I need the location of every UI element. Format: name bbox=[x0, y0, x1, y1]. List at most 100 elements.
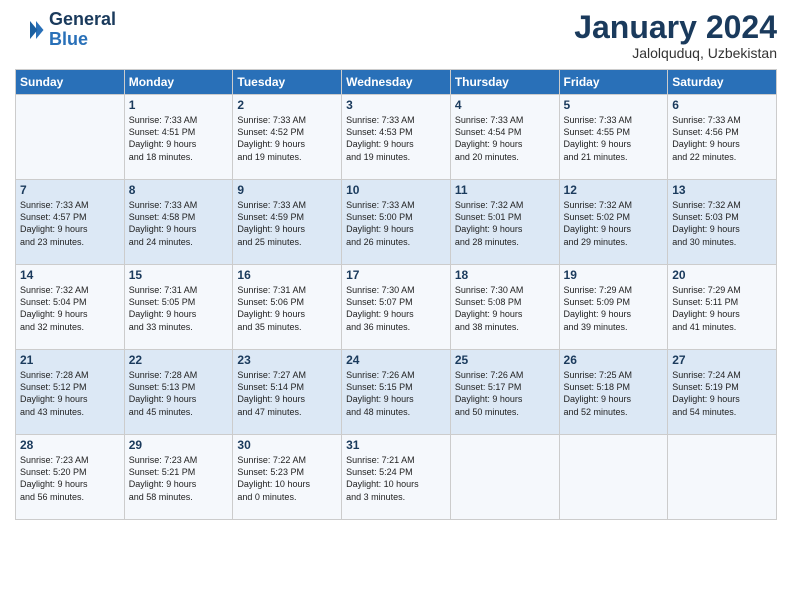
cell-details: Sunrise: 7:30 AMSunset: 5:08 PMDaylight:… bbox=[455, 284, 555, 333]
weekday-header-sunday: Sunday bbox=[16, 70, 125, 95]
cell-details: Sunrise: 7:28 AMSunset: 5:12 PMDaylight:… bbox=[20, 369, 120, 418]
cell-details: Sunrise: 7:32 AMSunset: 5:01 PMDaylight:… bbox=[455, 199, 555, 248]
day-number: 6 bbox=[672, 98, 772, 112]
cell-details: Sunrise: 7:33 AMSunset: 4:53 PMDaylight:… bbox=[346, 114, 446, 163]
month-title: January 2024 bbox=[574, 10, 777, 45]
weekday-header-friday: Friday bbox=[559, 70, 668, 95]
day-number: 26 bbox=[564, 353, 664, 367]
cell-details: Sunrise: 7:31 AMSunset: 5:05 PMDaylight:… bbox=[129, 284, 229, 333]
cell-details: Sunrise: 7:33 AMSunset: 5:00 PMDaylight:… bbox=[346, 199, 446, 248]
calendar-cell: 11 Sunrise: 7:32 AMSunset: 5:01 PMDayligh… bbox=[450, 180, 559, 265]
logo-text: General Blue bbox=[49, 10, 116, 50]
cell-details: Sunrise: 7:27 AMSunset: 5:14 PMDaylight:… bbox=[237, 369, 337, 418]
calendar-cell: 4Sunrise: 7:33 AMSunset: 4:54 PMDaylight… bbox=[450, 95, 559, 180]
day-number: 4 bbox=[455, 98, 555, 112]
day-number: 11 bbox=[455, 183, 555, 197]
calendar-cell: 6 Sunrise: 7:33 AMSunset: 4:56 PMDaylight… bbox=[668, 95, 777, 180]
day-number: 8 bbox=[129, 183, 229, 197]
calendar-cell bbox=[559, 435, 668, 520]
cell-details: Sunrise: 7:25 AMSunset: 5:18 PMDaylight:… bbox=[564, 369, 664, 418]
cell-details: Sunrise: 7:29 AMSunset: 5:11 PMDaylight:… bbox=[672, 284, 772, 333]
calendar-cell: 15 Sunrise: 7:31 AMSunset: 5:05 PMDayligh… bbox=[124, 265, 233, 350]
calendar-cell bbox=[16, 95, 125, 180]
day-number: 25 bbox=[455, 353, 555, 367]
cell-details: Sunrise: 7:24 AMSunset: 5:19 PMDaylight:… bbox=[672, 369, 772, 418]
calendar-cell: 7Sunrise: 7:33 AMSunset: 4:57 PMDaylight… bbox=[16, 180, 125, 265]
calendar-cell: 9 Sunrise: 7:33 AMSunset: 4:59 PMDaylight… bbox=[233, 180, 342, 265]
day-number: 31 bbox=[346, 438, 446, 452]
cell-details: Sunrise: 7:33 AMSunset: 4:56 PMDaylight:… bbox=[672, 114, 772, 163]
day-number: 21 bbox=[20, 353, 120, 367]
cell-details: Sunrise: 7:29 AMSunset: 5:09 PMDaylight:… bbox=[564, 284, 664, 333]
calendar-cell: 24 Sunrise: 7:26 AMSunset: 5:15 PMDayligh… bbox=[342, 350, 451, 435]
calendar-cell: 5Sunrise: 7:33 AMSunset: 4:55 PMDaylight… bbox=[559, 95, 668, 180]
title-block: January 2024 Jalolquduq, Uzbekistan bbox=[574, 10, 777, 61]
calendar-cell: 18 Sunrise: 7:30 AMSunset: 5:08 PMDayligh… bbox=[450, 265, 559, 350]
day-number: 16 bbox=[237, 268, 337, 282]
day-number: 18 bbox=[455, 268, 555, 282]
cell-details: Sunrise: 7:32 AMSunset: 5:02 PMDaylight:… bbox=[564, 199, 664, 248]
day-number: 9 bbox=[237, 183, 337, 197]
cell-details: Sunrise: 7:23 AMSunset: 5:20 PMDaylight:… bbox=[20, 454, 120, 503]
calendar-cell: 13Sunrise: 7:32 AMSunset: 5:03 PMDayligh… bbox=[668, 180, 777, 265]
cell-details: Sunrise: 7:26 AMSunset: 5:17 PMDaylight:… bbox=[455, 369, 555, 418]
cell-details: Sunrise: 7:32 AMSunset: 5:04 PMDaylight:… bbox=[20, 284, 120, 333]
cell-details: Sunrise: 7:31 AMSunset: 5:06 PMDaylight:… bbox=[237, 284, 337, 333]
calendar-week-row: 7Sunrise: 7:33 AMSunset: 4:57 PMDaylight… bbox=[16, 180, 777, 265]
header: General Blue January 2024 Jalolquduq, Uz… bbox=[15, 10, 777, 61]
calendar-cell: 1 Sunrise: 7:33 AMSunset: 4:51 PMDaylight… bbox=[124, 95, 233, 180]
calendar-cell: 10 Sunrise: 7:33 AMSunset: 5:00 PMDayligh… bbox=[342, 180, 451, 265]
weekday-header-thursday: Thursday bbox=[450, 70, 559, 95]
day-number: 29 bbox=[129, 438, 229, 452]
calendar-cell: 27 Sunrise: 7:24 AMSunset: 5:19 PMDayligh… bbox=[668, 350, 777, 435]
calendar-cell: 31 Sunrise: 7:21 AMSunset: 5:24 PMDayligh… bbox=[342, 435, 451, 520]
cell-details: Sunrise: 7:22 AMSunset: 5:23 PMDaylight:… bbox=[237, 454, 337, 503]
weekday-header-monday: Monday bbox=[124, 70, 233, 95]
day-number: 2 bbox=[237, 98, 337, 112]
cell-details: Sunrise: 7:21 AMSunset: 5:24 PMDaylight:… bbox=[346, 454, 446, 503]
cell-details: Sunrise: 7:33 AMSunset: 4:51 PMDaylight:… bbox=[129, 114, 229, 163]
calendar-cell: 29 Sunrise: 7:23 AMSunset: 5:21 PMDayligh… bbox=[124, 435, 233, 520]
day-number: 24 bbox=[346, 353, 446, 367]
cell-details: Sunrise: 7:33 AMSunset: 4:58 PMDaylight:… bbox=[129, 199, 229, 248]
day-number: 14 bbox=[20, 268, 120, 282]
calendar-table: SundayMondayTuesdayWednesdayThursdayFrid… bbox=[15, 69, 777, 520]
calendar-cell: 21 Sunrise: 7:28 AMSunset: 5:12 PMDayligh… bbox=[16, 350, 125, 435]
cell-details: Sunrise: 7:33 AMSunset: 4:59 PMDaylight:… bbox=[237, 199, 337, 248]
calendar-cell: 3 Sunrise: 7:33 AMSunset: 4:53 PMDaylight… bbox=[342, 95, 451, 180]
day-number: 12 bbox=[564, 183, 664, 197]
day-number: 20 bbox=[672, 268, 772, 282]
calendar-cell: 20 Sunrise: 7:29 AMSunset: 5:11 PMDayligh… bbox=[668, 265, 777, 350]
cell-details: Sunrise: 7:26 AMSunset: 5:15 PMDaylight:… bbox=[346, 369, 446, 418]
calendar-cell: 22Sunrise: 7:28 AMSunset: 5:13 PMDayligh… bbox=[124, 350, 233, 435]
location: Jalolquduq, Uzbekistan bbox=[574, 45, 777, 61]
cell-details: Sunrise: 7:28 AMSunset: 5:13 PMDaylight:… bbox=[129, 369, 229, 418]
day-number: 15 bbox=[129, 268, 229, 282]
day-number: 1 bbox=[129, 98, 229, 112]
cell-details: Sunrise: 7:33 AMSunset: 4:57 PMDaylight:… bbox=[20, 199, 120, 248]
day-number: 27 bbox=[672, 353, 772, 367]
weekday-header-tuesday: Tuesday bbox=[233, 70, 342, 95]
calendar-cell bbox=[450, 435, 559, 520]
calendar-week-row: 28 Sunrise: 7:23 AMSunset: 5:20 PMDayligh… bbox=[16, 435, 777, 520]
page: General Blue January 2024 Jalolquduq, Uz… bbox=[0, 0, 792, 612]
cell-details: Sunrise: 7:23 AMSunset: 5:21 PMDaylight:… bbox=[129, 454, 229, 503]
logo-icon bbox=[15, 15, 45, 45]
day-number: 19 bbox=[564, 268, 664, 282]
weekday-header-saturday: Saturday bbox=[668, 70, 777, 95]
day-number: 28 bbox=[20, 438, 120, 452]
day-number: 23 bbox=[237, 353, 337, 367]
day-number: 17 bbox=[346, 268, 446, 282]
calendar-cell: 16 Sunrise: 7:31 AMSunset: 5:06 PMDayligh… bbox=[233, 265, 342, 350]
calendar-cell: 19 Sunrise: 7:29 AMSunset: 5:09 PMDayligh… bbox=[559, 265, 668, 350]
day-number: 10 bbox=[346, 183, 446, 197]
calendar-week-row: 21 Sunrise: 7:28 AMSunset: 5:12 PMDayligh… bbox=[16, 350, 777, 435]
weekday-header-wednesday: Wednesday bbox=[342, 70, 451, 95]
calendar-cell: 17Sunrise: 7:30 AMSunset: 5:07 PMDayligh… bbox=[342, 265, 451, 350]
calendar-cell: 2Sunrise: 7:33 AMSunset: 4:52 PMDaylight… bbox=[233, 95, 342, 180]
cell-details: Sunrise: 7:33 AMSunset: 4:55 PMDaylight:… bbox=[564, 114, 664, 163]
calendar-cell: 26 Sunrise: 7:25 AMSunset: 5:18 PMDayligh… bbox=[559, 350, 668, 435]
calendar-cell: 14 Sunrise: 7:32 AMSunset: 5:04 PMDayligh… bbox=[16, 265, 125, 350]
calendar-cell: 12 Sunrise: 7:32 AMSunset: 5:02 PMDayligh… bbox=[559, 180, 668, 265]
day-number: 3 bbox=[346, 98, 446, 112]
